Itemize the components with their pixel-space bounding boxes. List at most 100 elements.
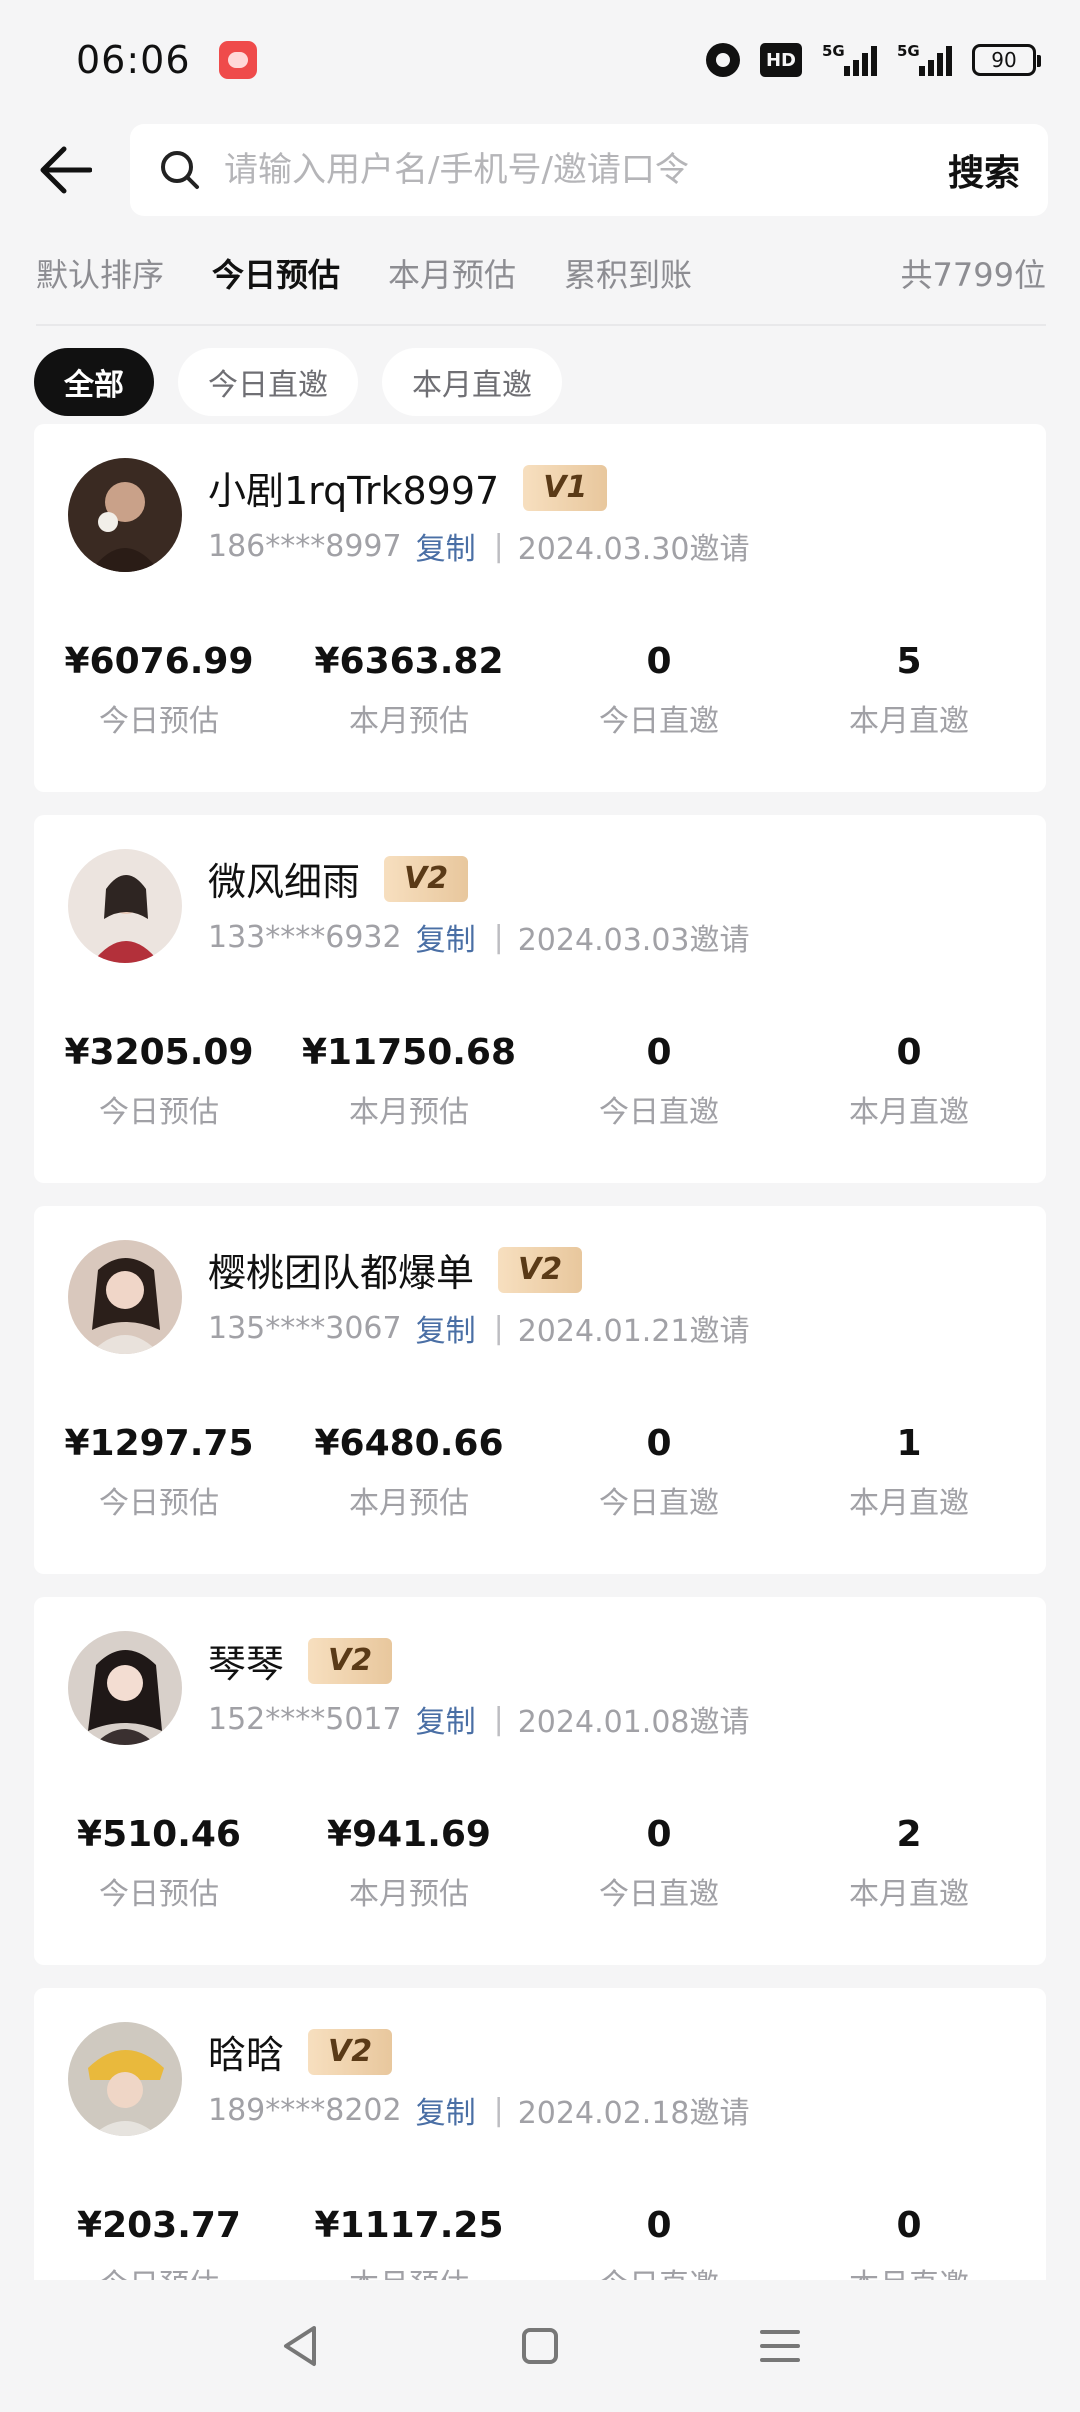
member-stats: ¥203.77 今日预估 ¥1117.25 本月预估 0 今日直邀 0 本月直邀 xyxy=(34,2200,1046,2280)
total-count: 共7799位 xyxy=(900,256,1046,294)
status-time: 06:06 xyxy=(76,38,191,82)
stat-label: 本月预估 xyxy=(349,704,469,739)
signal-icon-2: 5G xyxy=(897,42,952,76)
invite-date: 2024.01.21邀请 xyxy=(517,1314,750,1349)
member-name: 樱桃团队都爆单 V2 xyxy=(208,1242,583,1297)
nav-back-button[interactable] xyxy=(270,2316,330,2376)
hd-icon: HD xyxy=(759,43,802,77)
stat-today-estimate: ¥1297.75 xyxy=(64,1423,254,1464)
signal-icon: 5G xyxy=(822,42,877,76)
member-name: 琴琴 V2 xyxy=(208,1633,393,1688)
sort-tab-month-estimate[interactable]: 本月预估 xyxy=(388,250,516,296)
nav-home-button[interactable] xyxy=(510,2316,570,2376)
member-card[interactable]: 小剧1rqTrk8997 V1 186****8997 复制 | 2024.03… xyxy=(34,424,1046,792)
back-arrow-icon xyxy=(40,146,92,194)
level-badge: V2 xyxy=(498,1246,583,1293)
stat-today-direct: 0 xyxy=(646,641,672,682)
avatar xyxy=(68,1240,182,1354)
member-phone: 133****6932 xyxy=(208,919,402,955)
stat-label: 本月直邀 xyxy=(849,1095,969,1130)
system-nav-bar xyxy=(0,2280,1080,2412)
stat-month-direct: 1 xyxy=(896,1423,922,1464)
stat-label: 今日预估 xyxy=(99,1877,219,1912)
stat-month-direct: 5 xyxy=(896,641,922,682)
sort-tab-today-estimate[interactable]: 今日预估 xyxy=(212,250,340,296)
member-card[interactable]: 樱桃团队都爆单 V2 135****3067 复制 | 2024.01.21邀请… xyxy=(34,1206,1046,1574)
stat-label: 今日直邀 xyxy=(534,2260,784,2280)
chip-today-direct[interactable]: 今日直邀 xyxy=(178,348,358,416)
sort-tabs: 默认排序 今日预估 本月预估 累积到账 共7799位 xyxy=(36,250,1046,296)
meta-separator: | xyxy=(493,919,504,955)
meta-separator: | xyxy=(493,2092,504,2128)
invite-date: 2024.02.18邀请 xyxy=(517,2096,750,2131)
stat-label: 今日直邀 xyxy=(599,1877,719,1912)
stat-label: 本月预估 xyxy=(284,2260,534,2280)
chip-month-direct[interactable]: 本月直邀 xyxy=(382,348,562,416)
copy-button[interactable]: 复制 xyxy=(416,2088,476,2132)
copy-button[interactable]: 复制 xyxy=(416,524,476,568)
member-phone: 135****3067 xyxy=(208,1310,402,1346)
back-button[interactable] xyxy=(0,124,130,216)
member-name: 微风细雨 V2 xyxy=(208,851,469,906)
copy-button[interactable]: 复制 xyxy=(416,915,476,959)
member-name: 晗晗 V2 xyxy=(208,2024,393,2079)
copy-button[interactable]: 复制 xyxy=(416,1306,476,1350)
invite-date: 2024.03.03邀请 xyxy=(517,923,750,958)
stat-label: 今日预估 xyxy=(99,704,219,739)
member-name: 小剧1rqTrk8997 V1 xyxy=(208,460,608,515)
search-button[interactable]: 搜索 xyxy=(928,144,1020,196)
member-meta: 186****8997 复制 | 2024.03.30邀请 xyxy=(208,524,750,568)
search-input[interactable] xyxy=(224,150,928,190)
level-badge: V2 xyxy=(308,2028,393,2075)
stat-month-direct: 2 xyxy=(896,1814,922,1855)
invite-date: 2024.01.08邀请 xyxy=(517,1705,750,1740)
stat-today-estimate: ¥510.46 xyxy=(77,1814,241,1855)
member-list: 小剧1rqTrk8997 V1 186****8997 复制 | 2024.03… xyxy=(34,424,1046,2280)
search-icon xyxy=(161,151,199,189)
member-phone: 186****8997 xyxy=(208,528,402,564)
status-icons: HD 5G 5G 90 xyxy=(705,42,1041,77)
stat-label: 本月直邀 xyxy=(849,1486,969,1521)
divider xyxy=(36,324,1046,326)
stat-label: 今日预估 xyxy=(99,1095,219,1130)
member-card[interactable]: 琴琴 V2 152****5017 复制 | 2024.01.08邀请 ¥510… xyxy=(34,1597,1046,1965)
stat-month-estimate: ¥11750.68 xyxy=(301,1032,517,1073)
search-box: 搜索 xyxy=(130,124,1048,216)
member-meta: 133****6932 复制 | 2024.03.03邀请 xyxy=(208,915,750,959)
stat-label: 今日直邀 xyxy=(599,1486,719,1521)
avatar xyxy=(68,849,182,963)
member-stats: ¥6076.99 今日预估 ¥6363.82 本月预估 0 今日直邀 5 本月直邀 xyxy=(34,636,1046,740)
meta-separator: | xyxy=(493,1701,504,1737)
stat-today-estimate: ¥203.77 xyxy=(77,2205,241,2246)
stat-today-direct: 0 xyxy=(646,1032,672,1073)
stat-label: 本月直邀 xyxy=(849,1877,969,1912)
level-badge: V2 xyxy=(308,1637,393,1684)
chip-all[interactable]: 全部 xyxy=(34,348,154,416)
stat-label: 今日直邀 xyxy=(599,1095,719,1130)
member-phone: 152****5017 xyxy=(208,1701,402,1737)
stat-month-estimate: ¥941.69 xyxy=(327,1814,491,1855)
nav-menu-button[interactable] xyxy=(750,2316,810,2376)
avatar xyxy=(68,2022,182,2136)
stat-month-estimate: ¥1117.25 xyxy=(314,2205,504,2246)
stat-month-direct: 0 xyxy=(896,1032,922,1073)
battery-icon: 90 xyxy=(972,44,1041,76)
stat-month-direct: 0 xyxy=(896,2205,922,2246)
sort-tab-cumulative[interactable]: 累积到账 xyxy=(564,250,692,296)
stat-label: 本月直邀 xyxy=(784,2260,1034,2280)
stat-label: 今日预估 xyxy=(99,1486,219,1521)
stat-label: 本月预估 xyxy=(349,1486,469,1521)
avatar xyxy=(68,1631,182,1745)
member-card[interactable]: 晗晗 V2 189****8202 复制 | 2024.02.18邀请 ¥203… xyxy=(34,1988,1046,2280)
member-stats: ¥510.46 今日预估 ¥941.69 本月预估 0 今日直邀 2 本月直邀 xyxy=(34,1809,1046,1913)
copy-button[interactable]: 复制 xyxy=(416,1697,476,1741)
stat-month-estimate: ¥6480.66 xyxy=(314,1423,504,1464)
level-badge: V1 xyxy=(523,464,608,511)
member-card[interactable]: 微风细雨 V2 133****6932 复制 | 2024.03.03邀请 ¥3… xyxy=(34,815,1046,1183)
meta-separator: | xyxy=(493,1310,504,1346)
member-meta: 152****5017 复制 | 2024.01.08邀请 xyxy=(208,1697,750,1741)
triangle-back-icon xyxy=(284,2326,316,2366)
stat-label: 今日预估 xyxy=(34,2260,284,2280)
app-notification-icon xyxy=(218,41,257,79)
sort-tab-default[interactable]: 默认排序 xyxy=(36,250,164,296)
